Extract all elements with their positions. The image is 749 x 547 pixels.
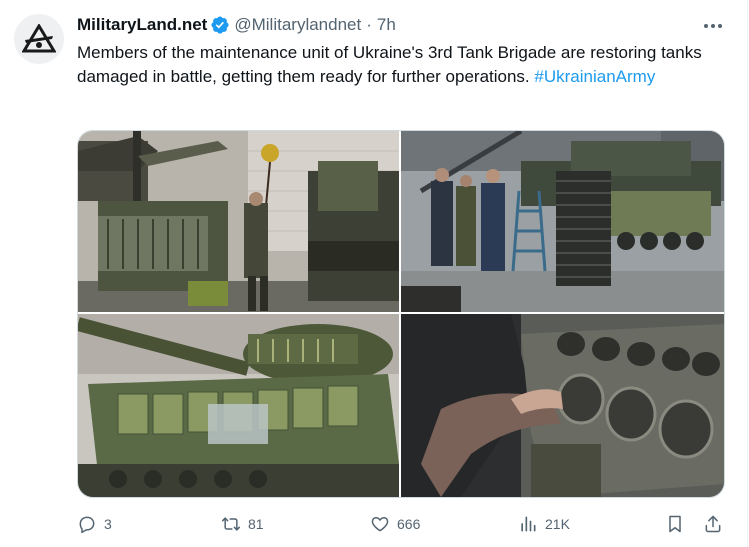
photo-camouflaged-tank-hull bbox=[78, 314, 399, 497]
tweet-header: MilitaryLand.net @Militarylandnet · 7h bbox=[77, 14, 396, 36]
author-name[interactable]: MilitaryLand.net bbox=[77, 15, 207, 35]
more-options-button[interactable] bbox=[701, 16, 725, 36]
repost-button[interactable]: 81 bbox=[221, 510, 264, 538]
repost-icon bbox=[221, 517, 241, 531]
tweet-card[interactable]: MilitaryLand.net @Militarylandnet · 7h M… bbox=[0, 0, 748, 547]
media-grid bbox=[77, 130, 725, 498]
militaryland-logo-icon bbox=[22, 24, 56, 53]
bookmark-icon bbox=[669, 515, 681, 533]
reply-icon bbox=[79, 516, 95, 534]
author-handle[interactable]: @Militarylandnet bbox=[234, 15, 361, 35]
views-button[interactable]: 21K bbox=[518, 510, 570, 538]
separator-dot: · bbox=[366, 15, 372, 34]
photo-engine-block-repair bbox=[401, 314, 724, 497]
action-bar: 3 81 666 21K bbox=[77, 510, 727, 538]
photo-1[interactable] bbox=[78, 131, 399, 312]
more-dots-icon bbox=[704, 24, 722, 28]
photo-maintenance-workshop-tank bbox=[78, 131, 399, 312]
repost-count: 81 bbox=[248, 516, 264, 532]
reply-button[interactable]: 3 bbox=[77, 510, 112, 538]
views-chart-icon bbox=[521, 516, 536, 532]
verified-badge-icon bbox=[211, 16, 229, 34]
heart-icon bbox=[371, 517, 389, 532]
photo-crew-beside-tank-tracks bbox=[401, 131, 724, 312]
timestamp[interactable]: 7h bbox=[377, 15, 396, 35]
photo-2[interactable] bbox=[401, 131, 724, 312]
reply-count: 3 bbox=[104, 516, 112, 532]
photo-4[interactable] bbox=[401, 314, 724, 497]
like-button[interactable]: 666 bbox=[370, 510, 420, 538]
avatar[interactable] bbox=[14, 14, 64, 64]
bookmark-button[interactable] bbox=[665, 510, 692, 538]
share-icon bbox=[705, 515, 721, 533]
like-count: 666 bbox=[397, 516, 421, 532]
photo-3[interactable] bbox=[78, 314, 399, 497]
share-button[interactable] bbox=[703, 510, 730, 538]
views-count: 21K bbox=[545, 516, 570, 532]
hashtag-link[interactable]: #UkrainianArmy bbox=[534, 67, 655, 86]
tweet-text: Members of the maintenance unit of Ukrai… bbox=[77, 41, 717, 89]
